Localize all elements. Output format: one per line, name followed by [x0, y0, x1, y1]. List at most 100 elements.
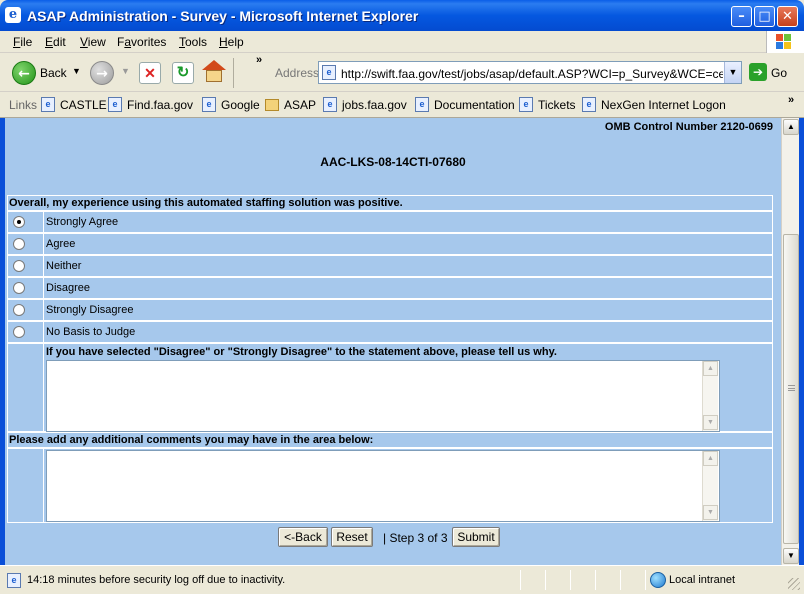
forward-dropdown-icon[interactable]: ▼	[121, 66, 130, 76]
go-label: Go	[771, 66, 788, 80]
option-row[interactable]: No Basis to Judge	[7, 321, 773, 343]
page-icon: e	[108, 97, 122, 112]
back-dropdown-icon[interactable]: ▼	[72, 66, 81, 76]
folder-icon	[265, 99, 279, 111]
option-row[interactable]: Strongly Disagree	[7, 299, 773, 321]
resize-grip-icon[interactable]	[788, 578, 800, 590]
window-title: ASAP Administration - Survey - Microsoft…	[27, 8, 419, 24]
reset-button[interactable]: Reset	[331, 527, 373, 547]
radio-agree[interactable]	[13, 238, 25, 250]
disagree-prompt: If you have selected "Disagree" or "Stro…	[46, 346, 557, 358]
ie-icon: e	[5, 7, 21, 23]
page-icon: e	[323, 97, 337, 112]
menu-bar: File Edit View Favorites Tools Help	[0, 31, 804, 53]
option-label: No Basis to Judge	[46, 326, 136, 338]
scroll-up-icon[interactable]: ▲	[703, 451, 718, 466]
title-bar: e ASAP Administration - Survey - Microso…	[0, 0, 804, 31]
page-icon: e	[322, 65, 336, 80]
menu-help[interactable]: Help	[219, 35, 244, 49]
radio-neither[interactable]	[13, 260, 25, 272]
status-separator	[620, 570, 621, 590]
status-text: 14:18 minutes before security log off du…	[27, 574, 286, 586]
menu-tools[interactable]: Tools	[179, 35, 207, 49]
button-row: <-Back Reset | Step 3 of 3 | Submit	[5, 524, 781, 548]
scroll-down-icon[interactable]: ▼	[783, 548, 799, 564]
comments-row: Please add any additional comments you m…	[7, 432, 773, 448]
toolbar-chevron[interactable]: »	[256, 54, 262, 66]
menu-edit-rest: dit	[53, 35, 66, 49]
omb-number: OMB Control Number 2120-0699	[604, 121, 773, 133]
comments-prompt: Please add any additional comments you m…	[9, 434, 374, 446]
address-bar[interactable]: e ▼	[318, 61, 742, 84]
step-indicator: | Step 3 of 3 |	[383, 531, 454, 545]
forward-button[interactable]: →	[90, 61, 114, 85]
disagree-reason-textarea[interactable]	[46, 360, 720, 432]
minimize-button[interactable]: –	[731, 6, 752, 27]
address-label: Address	[275, 66, 320, 80]
address-dropdown-icon[interactable]: ▼	[724, 62, 741, 83]
links-bar: Links e CASTLE e Find.faa.gov e Google ASAP…	[0, 92, 804, 118]
page-icon: e	[7, 573, 21, 588]
home-roof	[202, 60, 226, 70]
option-label: Disagree	[46, 282, 91, 294]
question-text: Overall, my experience using this automa…	[9, 197, 403, 209]
menu-favorites[interactable]: Favorites	[117, 35, 166, 49]
menu-view[interactable]: View	[80, 35, 106, 49]
page-icon: e	[202, 97, 216, 112]
grip-icon	[788, 385, 795, 391]
page-icon: e	[582, 97, 596, 112]
radio-strongly-agree[interactable]	[13, 216, 25, 228]
intranet-globe-icon	[650, 572, 666, 588]
menu-edit[interactable]: Edit	[45, 35, 66, 49]
links-chevron[interactable]: »	[788, 94, 794, 106]
home-icon[interactable]	[202, 60, 226, 84]
go-arrow-icon: ➔	[749, 63, 767, 81]
menu-favorites-rest: vorites	[131, 35, 167, 49]
url-input[interactable]	[341, 66, 723, 82]
back-step-button[interactable]: <-Back	[278, 527, 328, 547]
home-body	[206, 70, 222, 82]
radio-disagree[interactable]	[13, 282, 25, 294]
windows-flag-icon	[776, 34, 792, 50]
option-label: Strongly Disagree	[46, 304, 134, 316]
submit-button[interactable]: Submit	[452, 527, 500, 547]
scroll-thumb[interactable]	[783, 234, 799, 544]
windows-logo	[766, 31, 804, 53]
comments-textarea[interactable]	[46, 450, 720, 522]
page-icon: e	[415, 97, 429, 112]
toolbar-separator	[233, 58, 234, 88]
radio-strongly-disagree[interactable]	[13, 304, 25, 316]
window-border-right	[799, 118, 804, 565]
menu-file-rest: ile	[20, 35, 33, 49]
scroll-down-icon[interactable]: ▼	[703, 505, 718, 520]
option-row[interactable]: Neither	[7, 255, 773, 277]
stop-icon[interactable]: ✕	[139, 62, 161, 84]
disagree-textarea-scrollbar[interactable]: ▲ ▼	[702, 361, 718, 431]
menu-help-rest: elp	[227, 35, 244, 49]
option-row[interactable]: Agree	[7, 233, 773, 255]
comments-textarea-scrollbar[interactable]: ▲ ▼	[702, 451, 718, 521]
option-label: Neither	[46, 260, 82, 272]
status-separator	[645, 570, 646, 590]
maximize-button[interactable]: □	[754, 6, 775, 27]
scroll-up-icon[interactable]: ▲	[783, 119, 799, 135]
option-row[interactable]: Strongly Agree	[7, 211, 773, 233]
status-bar: e 14:18 minutes before security log off …	[0, 565, 804, 594]
option-row[interactable]: Disagree	[7, 277, 773, 299]
close-button[interactable]: ✕	[777, 6, 798, 27]
page-icon: e	[519, 97, 533, 112]
links-label: Links	[9, 98, 38, 112]
back-arrow-icon: ←	[12, 61, 36, 85]
status-separator	[545, 570, 546, 590]
scroll-up-icon[interactable]: ▲	[703, 361, 718, 376]
status-separator	[595, 570, 596, 590]
refresh-icon[interactable]: ↻	[172, 62, 194, 84]
page-scrollbar[interactable]: ▲ ▼	[781, 118, 799, 565]
menu-file[interactable]: File	[13, 35, 32, 49]
scroll-down-icon[interactable]: ▼	[703, 415, 718, 430]
status-separator	[570, 570, 571, 590]
option-label: Strongly Agree	[46, 216, 119, 228]
menu-tools-rest: ools	[185, 35, 208, 49]
back-label: Back	[40, 66, 67, 80]
radio-no-basis[interactable]	[13, 326, 25, 338]
